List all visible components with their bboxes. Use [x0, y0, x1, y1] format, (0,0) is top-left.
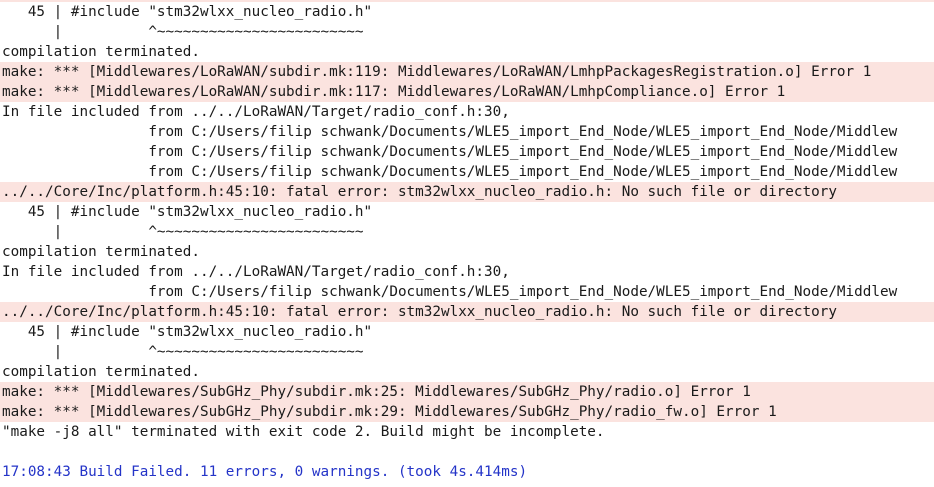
- console-line-caret: | ^~~~~~~~~~~~~~~~~~~~~~~~~: [2, 344, 364, 360]
- console-line-caret: | ^~~~~~~~~~~~~~~~~~~~~~~~~: [2, 224, 364, 240]
- console-line-exit-code: "make -j8 all" terminated with exit code…: [2, 424, 605, 440]
- console-line-compilation-terminated: compilation terminated.: [2, 364, 200, 380]
- console-line-make-error: make: *** [Middlewares/SubGHz_Phy/subdir…: [0, 402, 934, 422]
- console-line-included-from: In file included from ../../LoRaWAN/Targ…: [2, 104, 510, 120]
- console-line-caret: | ^~~~~~~~~~~~~~~~~~~~~~~~~: [2, 24, 364, 40]
- console-line-from-path: from C:/Users/filip schwank/Documents/WL…: [2, 144, 898, 160]
- console-line-include: 45 | #include "stm32wlxx_nucleo_radio.h": [2, 204, 373, 220]
- console-line-make-error: make: *** [Middlewares/LoRaWAN/subdir.mk…: [0, 62, 934, 82]
- console-line-compilation-terminated: compilation terminated.: [2, 44, 200, 60]
- console-line-from-path: from C:/Users/filip schwank/Documents/WL…: [2, 124, 898, 140]
- console-line-include: 45 | #include "stm32wlxx_nucleo_radio.h": [2, 4, 373, 20]
- console-line-from-path: from C:/Users/filip schwank/Documents/WL…: [2, 164, 898, 180]
- console-line-compilation-terminated: compilation terminated.: [2, 244, 200, 260]
- console-line-included-from: In file included from ../../LoRaWAN/Targ…: [2, 264, 510, 280]
- console-line-fatal-error: ../../Core/Inc/platform.h:45:10: fatal e…: [0, 302, 934, 322]
- console-line-make-error: make: *** [Middlewares/LoRaWAN/subdir.mk…: [0, 82, 934, 102]
- console-line-from-path: from C:/Users/filip schwank/Documents/WL…: [2, 284, 898, 300]
- console-line-fatal-error: ../../Core/Inc/platform.h:45:10: fatal e…: [0, 182, 934, 202]
- console-line-make-error: make: *** [Middlewares/SubGHz_Phy/subdir…: [0, 382, 934, 402]
- console-line-include: 45 | #include "stm32wlxx_nucleo_radio.h": [2, 324, 373, 340]
- console-line-build-status: 17:08:43 Build Failed. 11 errors, 0 warn…: [2, 464, 528, 480]
- build-console-output[interactable]: 45 | #include "stm32wlxx_nucleo_radio.h"…: [0, 0, 934, 482]
